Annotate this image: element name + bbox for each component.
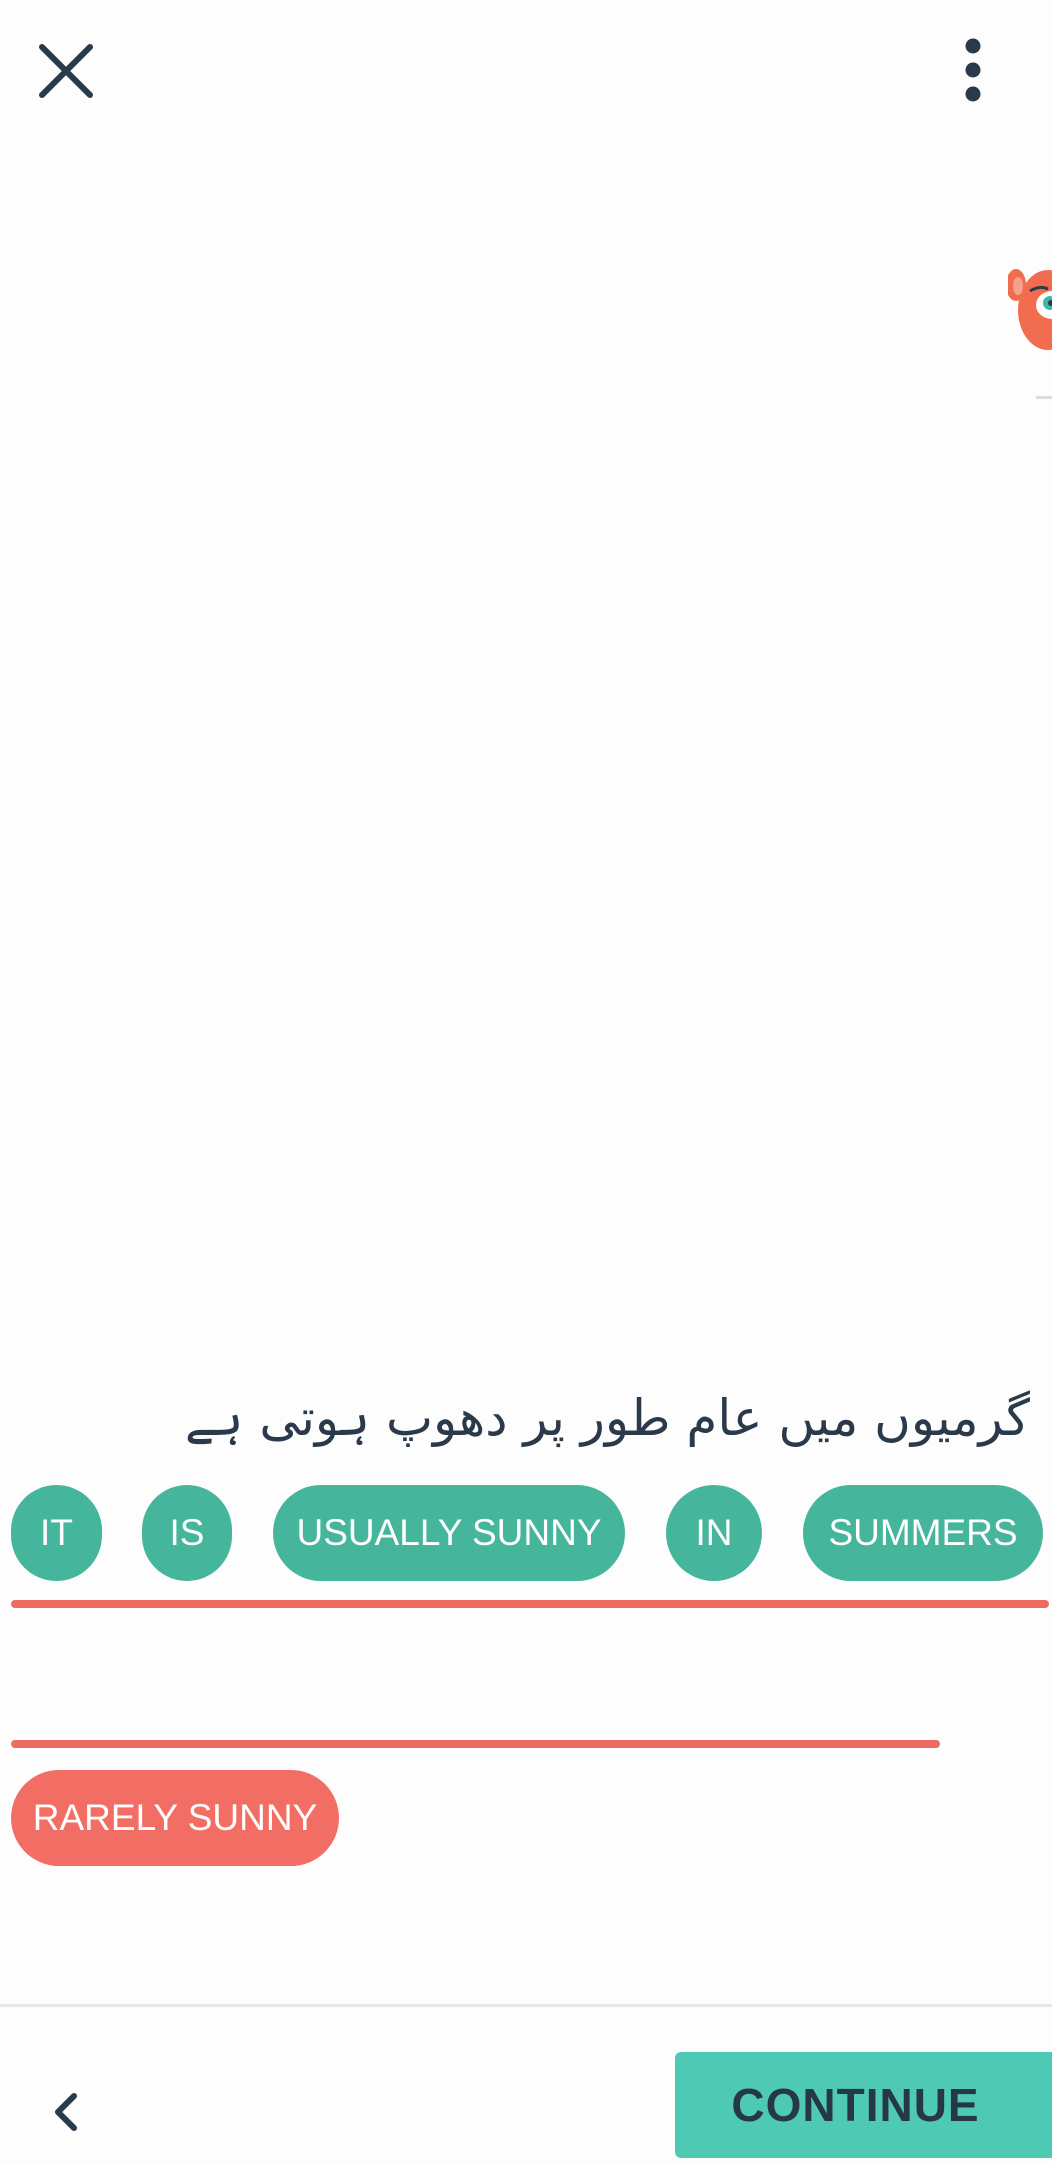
answer-area: IT IS USUALLY SUNNY IN SUMMERS bbox=[0, 1485, 1052, 1581]
close-icon bbox=[39, 44, 93, 98]
answer-word-chip[interactable]: IT bbox=[11, 1485, 102, 1581]
answer-word-chip[interactable]: IN bbox=[666, 1485, 762, 1581]
monkey-mascot-icon bbox=[1008, 255, 1052, 365]
chevron-left-icon bbox=[55, 2093, 77, 2131]
answer-underline bbox=[11, 1600, 1049, 1608]
bottom-bar: CONTINUE bbox=[0, 2004, 1052, 2164]
more-options-button[interactable] bbox=[945, 30, 1001, 110]
answer-underline bbox=[11, 1740, 940, 1748]
back-button[interactable] bbox=[36, 2077, 96, 2147]
option-word-chip[interactable]: RARELY SUNNY bbox=[11, 1770, 339, 1866]
word-bank: RARELY SUNNY bbox=[0, 1770, 1052, 1868]
answer-word-chip[interactable]: IS bbox=[142, 1485, 232, 1581]
top-bar bbox=[0, 0, 1052, 140]
prompt-sentence: گرمیوں میں عام طور پر دھوپ ہوتی ہے bbox=[184, 1389, 1030, 1447]
answer-word-chip[interactable]: SUMMERS bbox=[803, 1485, 1043, 1581]
close-button[interactable] bbox=[30, 35, 102, 107]
mascot-divider bbox=[1036, 396, 1052, 399]
more-vertical-icon bbox=[965, 38, 981, 102]
answer-word-chip[interactable]: USUALLY SUNNY bbox=[273, 1485, 625, 1581]
continue-button[interactable]: CONTINUE bbox=[675, 2052, 1052, 2158]
